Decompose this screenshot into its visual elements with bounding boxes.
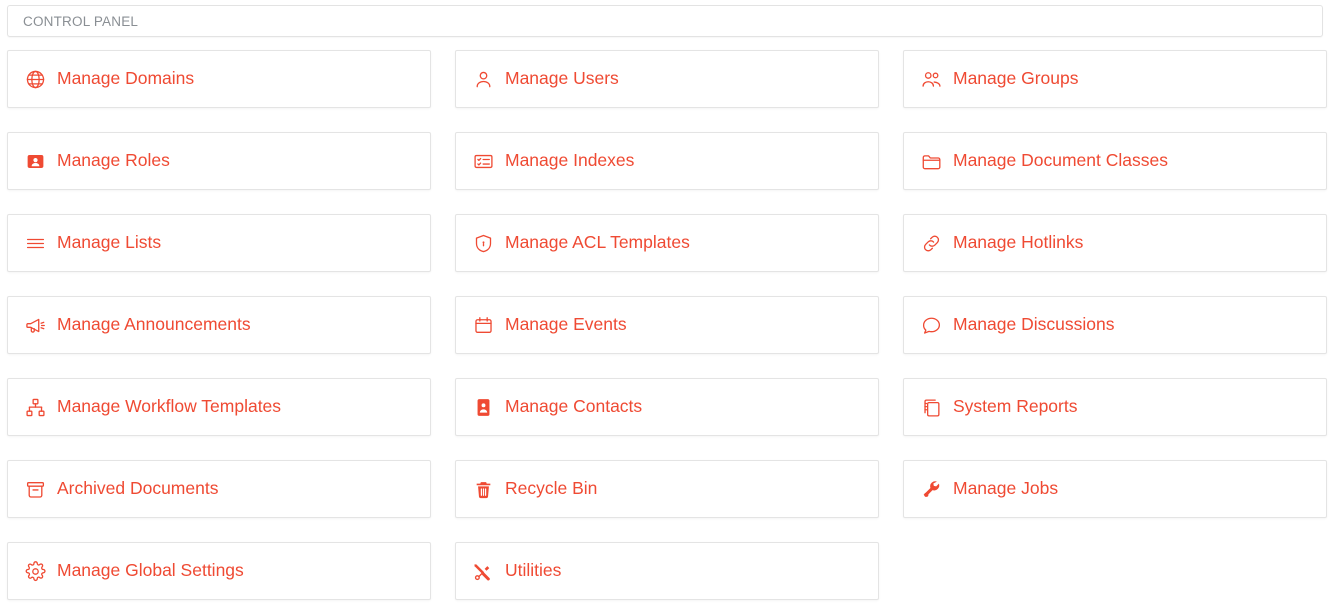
control-panel-card[interactable]: Manage Events — [455, 296, 879, 354]
control-panel-card-label: Manage Jobs — [953, 478, 1059, 499]
control-panel-card-label: Manage Domains — [57, 68, 195, 89]
calendar-icon — [470, 312, 496, 338]
control-panel-page: CONTROL PANEL Manage Domains Manage Users… — [0, 0, 1331, 615]
control-panel-card[interactable]: Manage Domains — [7, 50, 431, 108]
shield-icon — [470, 230, 496, 256]
control-panel-card[interactable]: Manage Lists — [7, 214, 431, 272]
list-card-icon — [470, 148, 496, 174]
control-panel-card-label: Manage Contacts — [505, 396, 643, 417]
control-panel-card-label: Recycle Bin — [505, 478, 598, 499]
sitemap-icon — [22, 394, 48, 420]
wrench-icon — [918, 476, 944, 502]
control-panel-card-label: Manage ACL Templates — [505, 232, 690, 253]
control-panel-card[interactable]: Manage Users — [455, 50, 879, 108]
control-panel-card[interactable]: Manage Workflow Templates — [7, 378, 431, 436]
globe-icon — [22, 66, 48, 92]
speech-bubble-icon — [918, 312, 944, 338]
control-panel-grid: Manage Domains Manage Users Manage Groups M… — [7, 50, 1327, 600]
control-panel-card[interactable]: Manage Hotlinks — [903, 214, 1327, 272]
control-panel-card-label: Utilities — [505, 560, 562, 581]
megaphone-icon — [22, 312, 48, 338]
users-group-icon — [918, 66, 944, 92]
control-panel-card-label: Manage Groups — [953, 68, 1079, 89]
control-panel-header: CONTROL PANEL — [7, 5, 1323, 37]
control-panel-card[interactable]: Manage Roles — [7, 132, 431, 190]
contact-card-filled-icon — [470, 394, 496, 420]
control-panel-card-label: Manage Global Settings — [57, 560, 244, 581]
control-panel-card[interactable]: Recycle Bin — [455, 460, 879, 518]
control-panel-card-label: Manage Roles — [57, 150, 170, 171]
control-panel-card-label: Manage Indexes — [505, 150, 635, 171]
control-panel-card-label: Manage Events — [505, 314, 627, 335]
copy-pages-icon — [918, 394, 944, 420]
control-panel-card-label: Manage Lists — [57, 232, 162, 253]
link-icon — [918, 230, 944, 256]
control-panel-card[interactable]: Manage Announcements — [7, 296, 431, 354]
control-panel-card[interactable]: Utilities — [455, 542, 879, 600]
grid-empty-slot — [903, 542, 1327, 600]
control-panel-card-label: Manage Discussions — [953, 314, 1115, 335]
control-panel-card-label: Manage Hotlinks — [953, 232, 1084, 253]
id-card-filled-icon — [22, 148, 48, 174]
control-panel-card-label: Manage Users — [505, 68, 619, 89]
control-panel-card-label: System Reports — [953, 396, 1078, 417]
control-panel-card[interactable]: Manage Jobs — [903, 460, 1327, 518]
list-lines-icon — [22, 230, 48, 256]
control-panel-card-label: Manage Workflow Templates — [57, 396, 282, 417]
user-icon — [470, 66, 496, 92]
control-panel-card[interactable]: Archived Documents — [7, 460, 431, 518]
control-panel-card-label: Manage Document Classes — [953, 150, 1168, 171]
control-panel-card-label: Archived Documents — [57, 478, 219, 499]
control-panel-card[interactable]: Manage Global Settings — [7, 542, 431, 600]
tools-cross-icon — [470, 558, 496, 584]
control-panel-card-label: Manage Announcements — [57, 314, 251, 335]
control-panel-card[interactable]: Manage Discussions — [903, 296, 1327, 354]
page-title: CONTROL PANEL — [23, 13, 139, 29]
control-panel-card[interactable]: Manage Indexes — [455, 132, 879, 190]
control-panel-card[interactable]: System Reports — [903, 378, 1327, 436]
control-panel-card[interactable]: Manage ACL Templates — [455, 214, 879, 272]
archive-box-icon — [22, 476, 48, 502]
folder-icon — [918, 148, 944, 174]
control-panel-card[interactable]: Manage Document Classes — [903, 132, 1327, 190]
gear-icon — [22, 558, 48, 584]
control-panel-card[interactable]: Manage Groups — [903, 50, 1327, 108]
control-panel-card[interactable]: Manage Contacts — [455, 378, 879, 436]
trash-icon — [470, 476, 496, 502]
